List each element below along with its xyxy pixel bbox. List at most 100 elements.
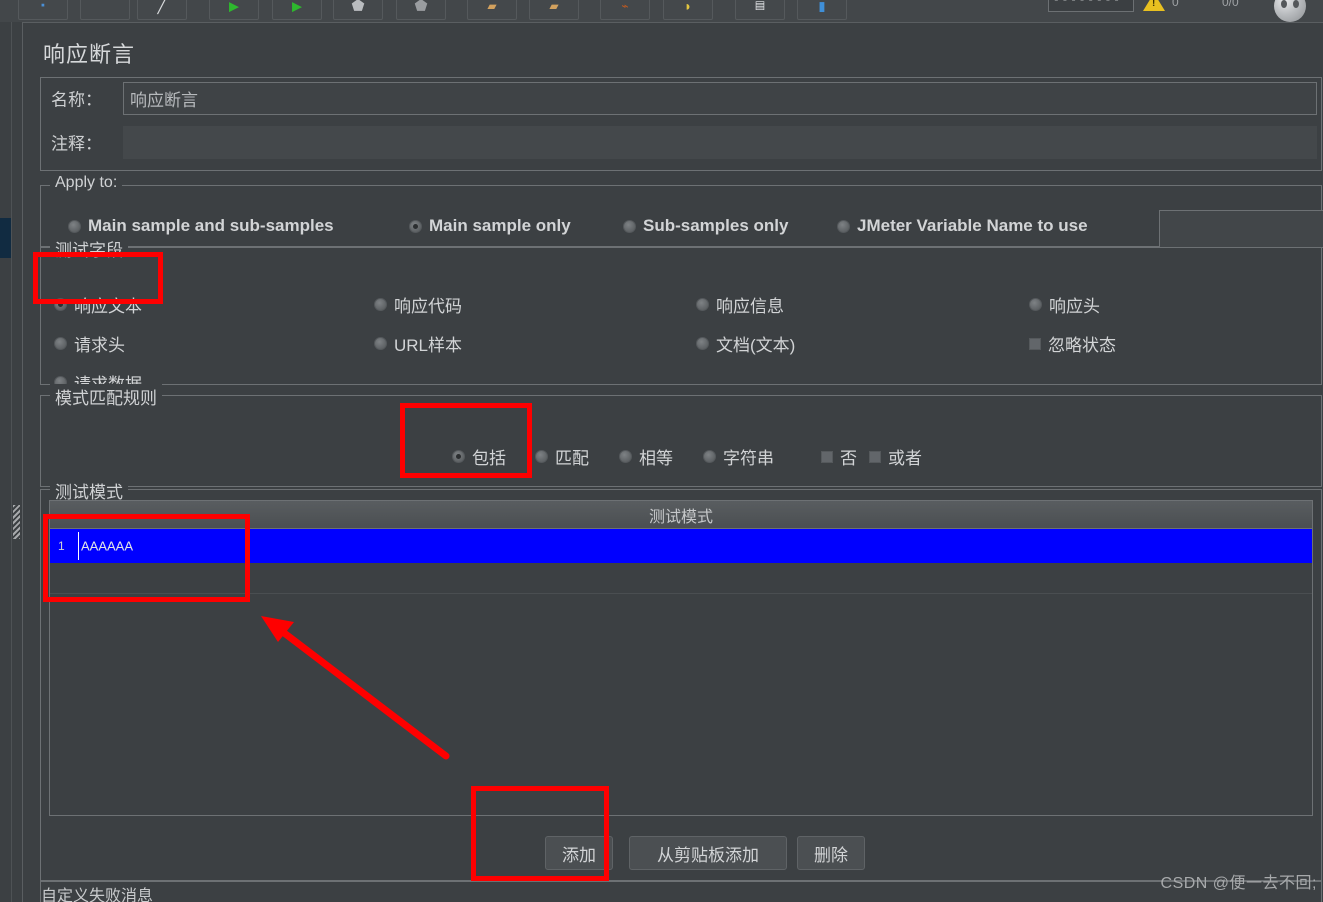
toolbar-open-button[interactable]: ╱ xyxy=(137,0,187,20)
row-index: 1 xyxy=(58,539,65,553)
toolbar-stop-button[interactable]: ⬟ xyxy=(333,0,383,20)
checkbox-not[interactable]: 否 xyxy=(821,444,857,469)
element-meta-box: 名称： 响应断言 注释： xyxy=(40,77,1322,171)
jmeter-variable-input[interactable] xyxy=(1159,210,1323,248)
radio-request-headers[interactable]: 请求头 xyxy=(54,331,125,356)
toolbar-start-button[interactable]: ▶ xyxy=(209,0,259,20)
option-label: 字符串 xyxy=(723,449,774,468)
radio-icon xyxy=(619,450,632,463)
radio-url-sample[interactable]: URL样本 xyxy=(374,331,462,356)
checkbox-ignore-status[interactable]: 忽略状态 xyxy=(1029,331,1116,356)
radio-jmeter-variable-name[interactable]: JMeter Variable Name to use xyxy=(837,216,1088,236)
thread-count: 0/0 xyxy=(1222,0,1239,9)
broom-all-icon: ▰ xyxy=(549,0,559,13)
table-column-header[interactable]: 测试模式 xyxy=(50,501,1312,529)
test-field-title: 测试字段 xyxy=(50,236,128,261)
test-field-group: 测试字段 响应文本 请求头 请求数据 响应代码 URL样本 xyxy=(40,236,1322,394)
radio-icon-selected xyxy=(54,298,67,311)
toolbar-new-file-button[interactable]: ▪ xyxy=(18,0,68,20)
avatar-icon xyxy=(1274,0,1306,22)
broom-icon: ▰ xyxy=(487,0,497,13)
name-label: 名称： xyxy=(51,90,102,110)
reset-search-icon: ◗ xyxy=(684,0,692,14)
shutdown-icon: ⬟ xyxy=(414,0,428,15)
add-button[interactable]: 添加 xyxy=(545,836,613,870)
elapsed-time-display: -------- xyxy=(1048,0,1134,12)
splitter-grip-handle[interactable] xyxy=(13,505,20,539)
toolbar-toggle-button[interactable]: ▮ xyxy=(797,0,847,20)
pattern-cell-value[interactable]: AAAAAA xyxy=(81,539,133,554)
toolbar-start-no-pauses-button[interactable]: ▶ xyxy=(272,0,322,20)
radio-icon xyxy=(623,219,636,233)
search-icon: ⌁ xyxy=(621,0,629,13)
checkbox-or[interactable]: 或者 xyxy=(869,444,922,469)
radio-icon-selected xyxy=(452,450,465,463)
text-caret xyxy=(78,532,79,560)
radio-main-sample-only[interactable]: Main sample only xyxy=(409,216,571,236)
radio-contains[interactable]: 包括 xyxy=(452,444,506,469)
toolbar-templates-button[interactable] xyxy=(80,0,130,20)
toolbar-clear-all-button[interactable]: ▰ xyxy=(529,0,579,20)
toolbar-shutdown-button[interactable]: ⬟ xyxy=(396,0,446,20)
radio-matches[interactable]: 匹配 xyxy=(535,444,589,469)
table-row[interactable]: 1 AAAAAA xyxy=(50,529,1312,563)
option-label: 忽略状态 xyxy=(1048,336,1116,355)
radio-main-and-sub-samples[interactable]: Main sample and sub-samples xyxy=(68,216,334,236)
toolbar-function-helper-button[interactable]: ▤ xyxy=(735,0,785,20)
radio-icon xyxy=(696,298,709,311)
radio-icon xyxy=(1029,298,1042,311)
radio-response-code[interactable]: 响应代码 xyxy=(374,292,462,317)
test-patterns-table[interactable]: 测试模式 1 AAAAAA xyxy=(49,500,1313,816)
pattern-rules-title: 模式匹配规则 xyxy=(50,384,162,409)
watermark-text: CSDN @便一去不回; xyxy=(1160,875,1317,892)
toolbar-search-button[interactable]: ⌁ xyxy=(600,0,650,20)
toolbar-reset-search-button[interactable]: ◗ xyxy=(663,0,713,20)
radio-icon xyxy=(535,450,548,463)
radio-response-message[interactable]: 响应信息 xyxy=(696,292,784,317)
radio-document-text[interactable]: 文档(文本) xyxy=(696,331,795,356)
function-helper-icon: ▤ xyxy=(754,0,766,12)
option-label: 响应文本 xyxy=(74,297,142,316)
option-label: Main sample only xyxy=(429,216,571,235)
warning-count: 0 xyxy=(1172,0,1179,9)
radio-icon xyxy=(703,450,716,463)
radio-response-text[interactable]: 响应文本 xyxy=(54,292,142,317)
delete-button[interactable]: 删除 xyxy=(797,836,865,870)
toolbar-clear-button[interactable]: ▰ xyxy=(467,0,517,20)
option-label: 文档(文本) xyxy=(716,336,796,355)
main-toolbar: ▪ ╱ ▶ ▶ ⬟ ⬟ ▰ ▰ ⌁ ◗ ▤ ▮ -------- 0 0/0 xyxy=(0,0,1323,23)
add-from-clipboard-button[interactable]: 从剪贴板添加 xyxy=(629,836,787,870)
comment-label: 注释： xyxy=(51,134,102,154)
open-icon: ╱ xyxy=(157,0,167,15)
radio-equals[interactable]: 相等 xyxy=(619,444,673,469)
custom-failure-title: 自定义失败消息 xyxy=(41,888,154,902)
comment-input[interactable] xyxy=(123,126,1317,159)
jmeter-response-assertion-screen: ▪ ╱ ▶ ▶ ⬟ ⬟ ▰ ▰ ⌁ ◗ ▤ ▮ -------- 0 0/0 响… xyxy=(0,0,1323,902)
page-title: 响应断言 xyxy=(43,42,136,67)
new-file-icon: ▪ xyxy=(41,0,45,12)
checkbox-icon xyxy=(821,450,833,463)
radio-icon xyxy=(68,219,81,233)
start-no-pauses-icon: ▶ xyxy=(292,0,302,14)
option-label: 匹配 xyxy=(555,449,589,468)
radio-icon xyxy=(696,337,709,350)
radio-substring[interactable]: 字符串 xyxy=(703,444,774,469)
option-label: 响应信息 xyxy=(716,297,784,316)
table-empty-row[interactable] xyxy=(50,563,1312,594)
radio-icon xyxy=(837,219,850,233)
warning-icon[interactable] xyxy=(1143,0,1165,11)
tree-selection-indicator xyxy=(0,218,11,258)
stop-icon: ⬟ xyxy=(351,0,365,15)
checkbox-icon xyxy=(1029,337,1041,350)
option-label: 请求头 xyxy=(74,336,125,355)
radio-sub-samples-only[interactable]: Sub-samples only xyxy=(623,216,788,236)
option-label: 否 xyxy=(840,449,857,468)
apply-to-title: Apply to: xyxy=(50,174,123,192)
radio-icon xyxy=(374,298,387,311)
radio-icon xyxy=(54,337,67,350)
name-input[interactable]: 响应断言 xyxy=(123,82,1317,115)
radio-response-headers[interactable]: 响应头 xyxy=(1029,292,1100,317)
radio-icon xyxy=(374,337,387,350)
pattern-matching-rules-group: 模式匹配规则 包括 匹配 相等 字符串 否 或者 xyxy=(40,384,1322,487)
option-label: 包括 xyxy=(472,449,506,468)
